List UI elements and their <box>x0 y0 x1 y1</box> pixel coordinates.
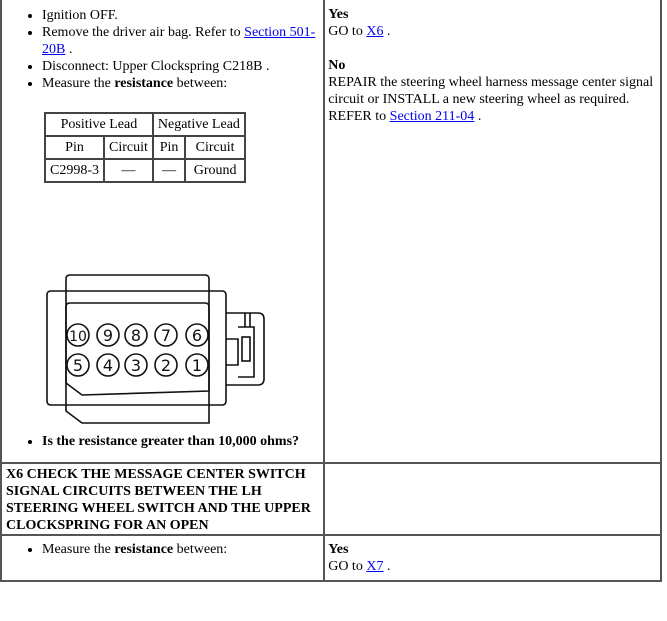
column-header: Pin <box>151 135 187 160</box>
measurement-table: Positive Lead Negative Lead Pin Circuit … <box>44 112 246 183</box>
pin-6: 6 <box>185 323 209 347</box>
connector-pins: 10 9 8 7 6 5 4 3 2 1 <box>66 323 209 377</box>
empty-cell <box>323 462 662 536</box>
connector-diagram: 10 9 8 7 6 5 4 3 2 1 <box>46 274 265 424</box>
pin-label: 9 <box>103 326 113 345</box>
pin-1: 1 <box>185 353 209 377</box>
step-x6-instruction-list: Measure the resistance between: <box>2 541 323 558</box>
pin-label: 4 <box>103 356 113 375</box>
pin-2: 2 <box>154 353 178 377</box>
pin-9: 9 <box>96 323 120 347</box>
table-cell: Ground <box>184 158 246 183</box>
yes-label: Yes <box>328 542 349 557</box>
instruction-measure: Measure the resistance between: <box>42 75 323 92</box>
instruction-remove-airbag: Remove the driver air bag. Refer to Sect… <box>42 24 323 58</box>
pin-label: 7 <box>161 326 171 345</box>
instruction-measure: Measure the resistance between: <box>42 541 323 558</box>
step-x6-heading-row: X6 CHECK THE MESSAGE CENTER SWITCH SIGNA… <box>0 462 662 536</box>
step-x5-row: Ignition OFF. Remove the driver air bag.… <box>0 0 662 464</box>
instruction-ignition-off: Ignition OFF. <box>42 7 323 24</box>
table-cell: C2998-3 <box>44 158 105 183</box>
diagnostic-table: Ignition OFF. Remove the driver air bag.… <box>0 0 662 582</box>
column-header-row: Pin Circuit Pin Circuit <box>44 135 246 160</box>
column-header: Circuit <box>103 135 154 160</box>
yes-label: Yes <box>328 7 349 22</box>
resistance-question: Is the resistance greater than 10,000 oh… <box>42 433 323 450</box>
negative-lead-header: Negative Lead <box>151 112 246 137</box>
step-x6-row: Measure the resistance between: Yes GO t… <box>0 534 662 582</box>
pin-label: 5 <box>73 356 83 375</box>
go-to-x7-link[interactable]: X7 <box>366 559 383 574</box>
table-row: C2998-3 — — Ground <box>44 158 246 183</box>
step-x6-actions-cell: Measure the resistance between: <box>0 534 326 582</box>
go-to-x6-link[interactable]: X6 <box>366 24 383 39</box>
yes-action: GO to X7 . <box>328 559 391 574</box>
pin-4: 4 <box>96 353 120 377</box>
pin-8: 8 <box>124 323 148 347</box>
step-x5-instruction-list: Ignition OFF. Remove the driver air bag.… <box>2 7 323 92</box>
instruction-disconnect: Disconnect: Upper Clockspring C218B . <box>42 58 323 75</box>
pin-3: 3 <box>124 353 148 377</box>
group-header-row: Positive Lead Negative Lead <box>44 112 246 137</box>
pin-label: 8 <box>131 326 141 345</box>
yes-action: GO to X6 . <box>328 24 391 39</box>
step-x5-results-cell: Yes GO to X6 . No REPAIR the steering wh… <box>323 0 662 464</box>
step-x6-results-cell: Yes GO to X7 . <box>323 534 662 582</box>
connector-housing <box>46 274 265 424</box>
pin-label: 2 <box>161 356 171 375</box>
table-cell: — <box>103 158 154 183</box>
pin-label: 1 <box>192 356 202 375</box>
pin-label: 10 <box>69 329 87 345</box>
step-x5-actions-cell: Ignition OFF. Remove the driver air bag.… <box>0 0 326 464</box>
section-211-04-link[interactable]: Section 211-04 <box>390 109 475 124</box>
column-header: Pin <box>44 135 105 160</box>
step-x6-heading: X6 CHECK THE MESSAGE CENTER SWITCH SIGNA… <box>0 462 326 536</box>
pin-5: 5 <box>66 353 90 377</box>
positive-lead-header: Positive Lead <box>44 112 154 137</box>
pin-label: 6 <box>192 326 202 345</box>
pin-10: 10 <box>66 323 90 347</box>
table-cell: — <box>151 158 187 183</box>
no-label: No <box>328 58 346 73</box>
step-x5-question-list: Is the resistance greater than 10,000 oh… <box>2 433 323 450</box>
pin-7: 7 <box>154 323 178 347</box>
column-header: Circuit <box>184 135 246 160</box>
pin-label: 3 <box>131 356 141 375</box>
no-action: REPAIR the steering wheel harness messag… <box>328 75 654 124</box>
